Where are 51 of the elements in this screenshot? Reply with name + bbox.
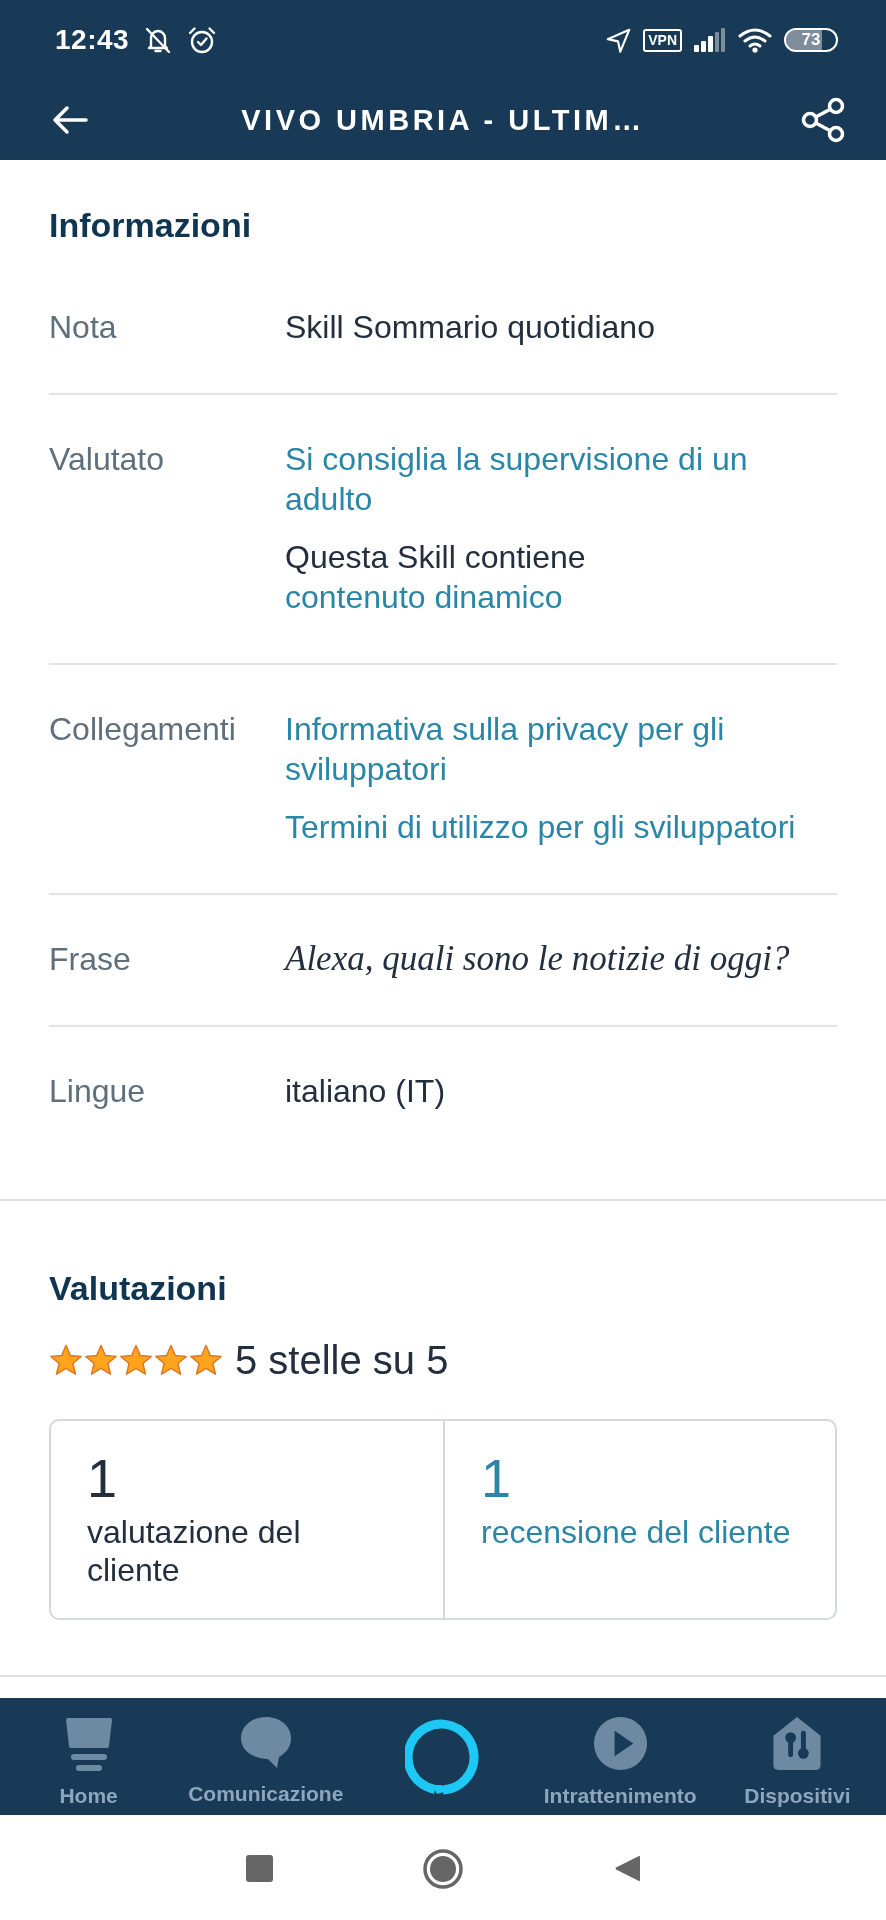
info-link[interactable]: contenuto dinamico bbox=[285, 579, 563, 615]
star-icon bbox=[84, 1343, 118, 1377]
ring-icon bbox=[405, 1718, 481, 1795]
home-button[interactable] bbox=[421, 1846, 465, 1891]
location-arrow-icon bbox=[606, 27, 632, 53]
alarm-clock-icon bbox=[187, 25, 218, 55]
vpn-indicator: VPN bbox=[643, 28, 682, 52]
nav-tab[interactable]: Dispositivi bbox=[744, 1698, 851, 1808]
rating-summary: 5 stelle su 5 bbox=[235, 1337, 449, 1384]
star-icon bbox=[189, 1343, 223, 1377]
voice-assistant-button[interactable] bbox=[405, 1718, 481, 1795]
nav-tab[interactable]: Home bbox=[59, 1698, 118, 1808]
section-title: Informazioni bbox=[49, 205, 253, 246]
back-button[interactable] bbox=[52, 105, 88, 135]
circle-icon bbox=[423, 1848, 463, 1889]
wifi-icon bbox=[738, 27, 772, 53]
rating-count-label: valutazione del cliente bbox=[87, 1513, 302, 1589]
back-arrow-icon bbox=[52, 105, 88, 135]
square-icon bbox=[245, 1855, 273, 1882]
play-icon bbox=[592, 1716, 648, 1771]
info-link[interactable]: Si consiglia la supervisione di un adulto bbox=[285, 439, 830, 519]
triangle-icon bbox=[613, 1854, 641, 1883]
info-label: Lingue bbox=[49, 1072, 146, 1111]
nav-tab[interactable]: Intrattenimento bbox=[543, 1698, 697, 1808]
signal-icon bbox=[694, 28, 726, 52]
nav-tab[interactable]: Comunicazione bbox=[188, 1698, 344, 1806]
page-title: VIVO UMBRIA - ULTIM… bbox=[240, 103, 646, 137]
example-phrase: Alexa, quali sono le notizie di oggi? bbox=[285, 939, 790, 979]
reviews-link[interactable]: recensione del cliente bbox=[481, 1513, 791, 1551]
info-value: Questa Skill contiene contenuto dinamico bbox=[285, 538, 587, 617]
star-icon bbox=[49, 1343, 83, 1377]
speech-bubble-icon bbox=[239, 1716, 292, 1769]
info-label: Nota bbox=[49, 308, 117, 347]
star-icon bbox=[119, 1343, 153, 1377]
info-label: Valutato bbox=[49, 440, 165, 479]
info-link[interactable]: Informativa sulla privacy per gli sviluppatori bbox=[285, 709, 830, 789]
info-label: Frase bbox=[49, 940, 131, 979]
info-value: italiano (IT) bbox=[285, 1072, 446, 1111]
section-title: Valutazioni bbox=[49, 1268, 228, 1309]
share-button[interactable] bbox=[800, 97, 846, 143]
rating-count: 1 bbox=[481, 1448, 512, 1508]
info-link[interactable]: Termini di utilizzo per gli sviluppatori bbox=[285, 807, 796, 847]
lamp-icon bbox=[63, 1716, 114, 1771]
info-value: Skill Sommario quotidiano bbox=[285, 308, 655, 347]
battery-indicator: 73 bbox=[784, 28, 838, 52]
rating-count: 1 bbox=[87, 1448, 118, 1508]
info-label: Collegamenti bbox=[49, 710, 236, 749]
share-icon bbox=[800, 97, 846, 143]
star-icon bbox=[154, 1343, 188, 1377]
clock-time: 12:43 bbox=[55, 24, 130, 56]
house-switches-icon bbox=[772, 1716, 823, 1771]
